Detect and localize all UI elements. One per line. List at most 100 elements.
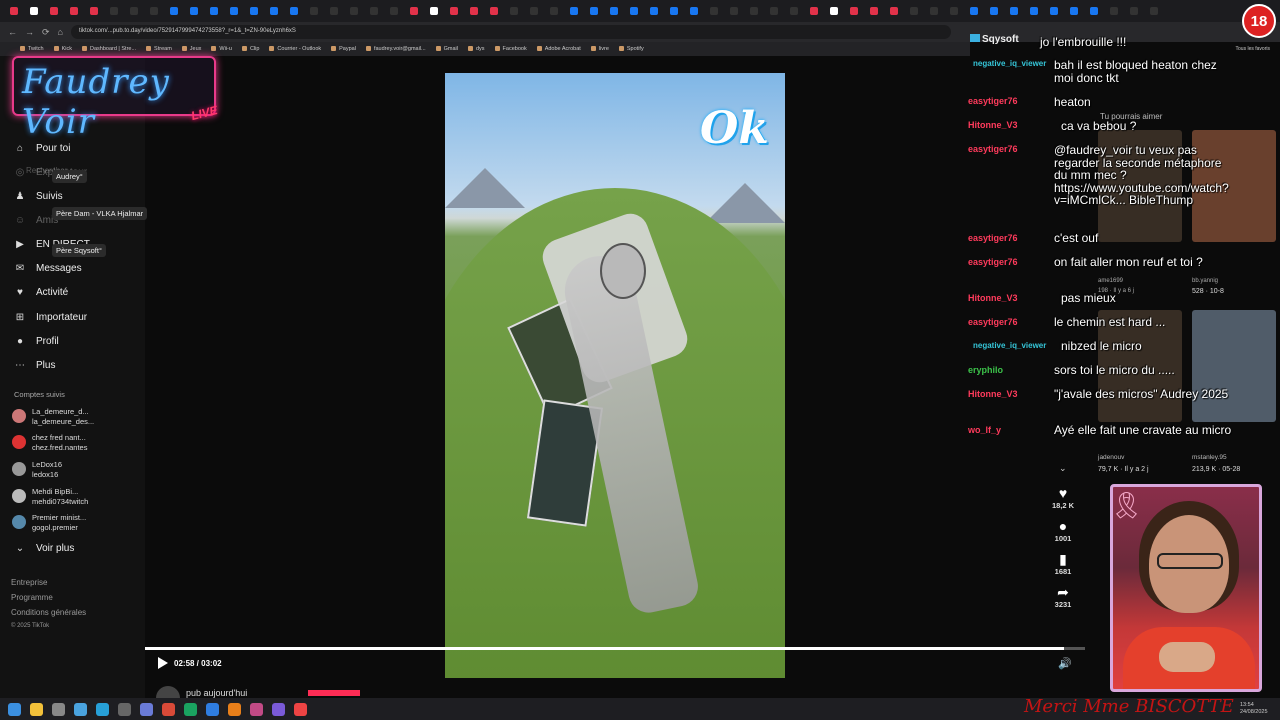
browser-tab[interactable] xyxy=(586,4,602,18)
all-favorites-link[interactable]: Tous les favoris xyxy=(1236,46,1270,52)
browser-tab[interactable] xyxy=(506,4,522,18)
taskbar-app-icon[interactable] xyxy=(162,702,175,716)
browser-tab[interactable] xyxy=(826,4,842,18)
sidebar-item-activit-[interactable]: ♥ Activité xyxy=(14,286,68,298)
followed-account[interactable]: Premier minist... gogol.premier xyxy=(12,513,124,533)
browser-tab[interactable] xyxy=(386,4,402,18)
browser-tab[interactable] xyxy=(1086,4,1102,18)
url-field[interactable]: tiktok.com/...pub.to.day/video/752914799… xyxy=(70,25,951,39)
browser-tab[interactable] xyxy=(786,4,802,18)
follow-button[interactable] xyxy=(308,690,360,696)
bookmark-item[interactable]: Spotify xyxy=(619,46,644,52)
browser-tab[interactable] xyxy=(1046,4,1062,18)
bookmark-item[interactable]: Stream xyxy=(146,46,172,52)
browser-tab[interactable] xyxy=(626,4,642,18)
browser-tab[interactable] xyxy=(406,4,422,18)
browser-tab[interactable] xyxy=(966,4,982,18)
browser-tab[interactable] xyxy=(466,4,482,18)
browser-tab[interactable] xyxy=(526,4,542,18)
back-icon[interactable]: ← xyxy=(8,27,17,37)
taskbar-app-icon[interactable] xyxy=(184,702,197,716)
browser-tab[interactable] xyxy=(6,4,22,18)
bookmark-button[interactable]: ▮ 1681 xyxy=(1055,551,1072,576)
forward-icon[interactable]: → xyxy=(25,27,34,37)
browser-tab[interactable] xyxy=(486,4,502,18)
taskbar-app-icon[interactable] xyxy=(118,702,131,716)
browser-tab[interactable] xyxy=(246,4,262,18)
browser-tab[interactable] xyxy=(1026,4,1042,18)
browser-tab[interactable] xyxy=(806,4,822,18)
video-player[interactable]: Ok xyxy=(445,73,785,678)
followed-account[interactable]: chez fred nant... chez.fred.nantes xyxy=(12,433,124,453)
bookmark-item[interactable]: Facebook xyxy=(495,46,527,52)
browser-tab[interactable] xyxy=(446,4,462,18)
play-icon[interactable] xyxy=(158,657,168,669)
browser-tab[interactable] xyxy=(866,4,882,18)
browser-tab[interactable] xyxy=(286,4,302,18)
browser-tab[interactable] xyxy=(306,4,322,18)
browser-tab[interactable] xyxy=(726,4,742,18)
browser-tab[interactable] xyxy=(546,4,562,18)
browser-tab[interactable] xyxy=(1126,4,1142,18)
browser-tab[interactable] xyxy=(846,4,862,18)
share-button[interactable]: ➦ 3231 xyxy=(1055,584,1072,609)
sidebar-item-pour-toi[interactable]: ⌂ Pour toi xyxy=(14,142,71,154)
followed-account[interactable]: Mehdi BipBi... mehdi0734twitch xyxy=(12,487,124,507)
taskbar-app-icon[interactable] xyxy=(294,702,307,716)
sidebar-item-messages[interactable]: ✉ Messages xyxy=(14,262,82,274)
browser-tab[interactable] xyxy=(166,4,182,18)
comment-button[interactable]: ● 1001 xyxy=(1055,518,1072,543)
browser-tab[interactable] xyxy=(326,4,342,18)
browser-tab[interactable] xyxy=(746,4,762,18)
sidebar-item-profil[interactable]: ● Profil xyxy=(14,335,59,347)
browser-tab[interactable] xyxy=(886,4,902,18)
see-more-button[interactable]: ⌄ Voir plus xyxy=(14,542,75,554)
browser-tab[interactable] xyxy=(106,4,122,18)
reload-icon[interactable]: ⟳ xyxy=(42,27,50,38)
browser-tab[interactable] xyxy=(566,4,582,18)
browser-tab[interactable] xyxy=(1066,4,1082,18)
taskbar-app-icon[interactable] xyxy=(96,702,109,716)
bookmark-item[interactable]: livre xyxy=(591,46,609,52)
taskbar-app-icon[interactable] xyxy=(228,702,241,716)
sidebar-item-importateur[interactable]: ⊞ Importateur xyxy=(14,311,87,323)
bookmark-item[interactable]: Wii-u xyxy=(211,46,232,52)
sidebar-item-suivis[interactable]: ♟ Suivis xyxy=(14,190,63,202)
bookmark-item[interactable]: Kick xyxy=(54,46,72,52)
followed-account[interactable]: La_demeure_d... la_demeure_des... xyxy=(12,407,124,427)
bookmark-item[interactable]: dys xyxy=(468,46,485,52)
taskbar-app-icon[interactable] xyxy=(52,702,65,716)
footer-link[interactable]: Conditions générales xyxy=(11,608,86,617)
browser-tab[interactable] xyxy=(46,4,62,18)
browser-tab[interactable] xyxy=(186,4,202,18)
bookmark-item[interactable]: Clip xyxy=(242,46,259,52)
bookmark-item[interactable]: Courrier - Outlook xyxy=(269,46,321,52)
browser-tab[interactable] xyxy=(606,4,622,18)
browser-tab[interactable] xyxy=(666,4,682,18)
bookmark-item[interactable]: Gmail xyxy=(436,46,458,52)
taskbar-app-icon[interactable] xyxy=(74,702,87,716)
bookmark-item[interactable]: Twitch xyxy=(20,46,44,52)
browser-tab[interactable] xyxy=(426,4,442,18)
browser-tab[interactable] xyxy=(986,4,1002,18)
footer-link[interactable]: Entreprise xyxy=(11,578,47,587)
browser-tab[interactable] xyxy=(706,4,722,18)
browser-tab[interactable] xyxy=(266,4,282,18)
browser-tab[interactable] xyxy=(686,4,702,18)
bookmark-item[interactable]: Adobe Acrobat xyxy=(537,46,581,52)
heart-button[interactable]: ♥ 18,2 K xyxy=(1052,485,1074,510)
home-button-icon[interactable]: ⌂ xyxy=(58,27,63,37)
browser-tab[interactable] xyxy=(926,4,942,18)
bookmark-item[interactable]: faudrey.voir@gmail... xyxy=(366,46,426,52)
taskbar-app-icon[interactable] xyxy=(206,702,219,716)
browser-tab[interactable] xyxy=(1106,4,1122,18)
bookmark-item[interactable]: Dashboard | Stre... xyxy=(82,46,136,52)
chevron-down-icon[interactable]: ⌄ xyxy=(1059,463,1067,474)
browser-tab[interactable] xyxy=(1006,4,1022,18)
browser-tab[interactable] xyxy=(946,4,962,18)
browser-tab[interactable] xyxy=(366,4,382,18)
browser-tab[interactable] xyxy=(906,4,922,18)
followed-account[interactable]: LeDox16 ledox16 xyxy=(12,460,124,480)
video-progress-bar[interactable] xyxy=(145,647,1085,650)
browser-tab[interactable] xyxy=(646,4,662,18)
